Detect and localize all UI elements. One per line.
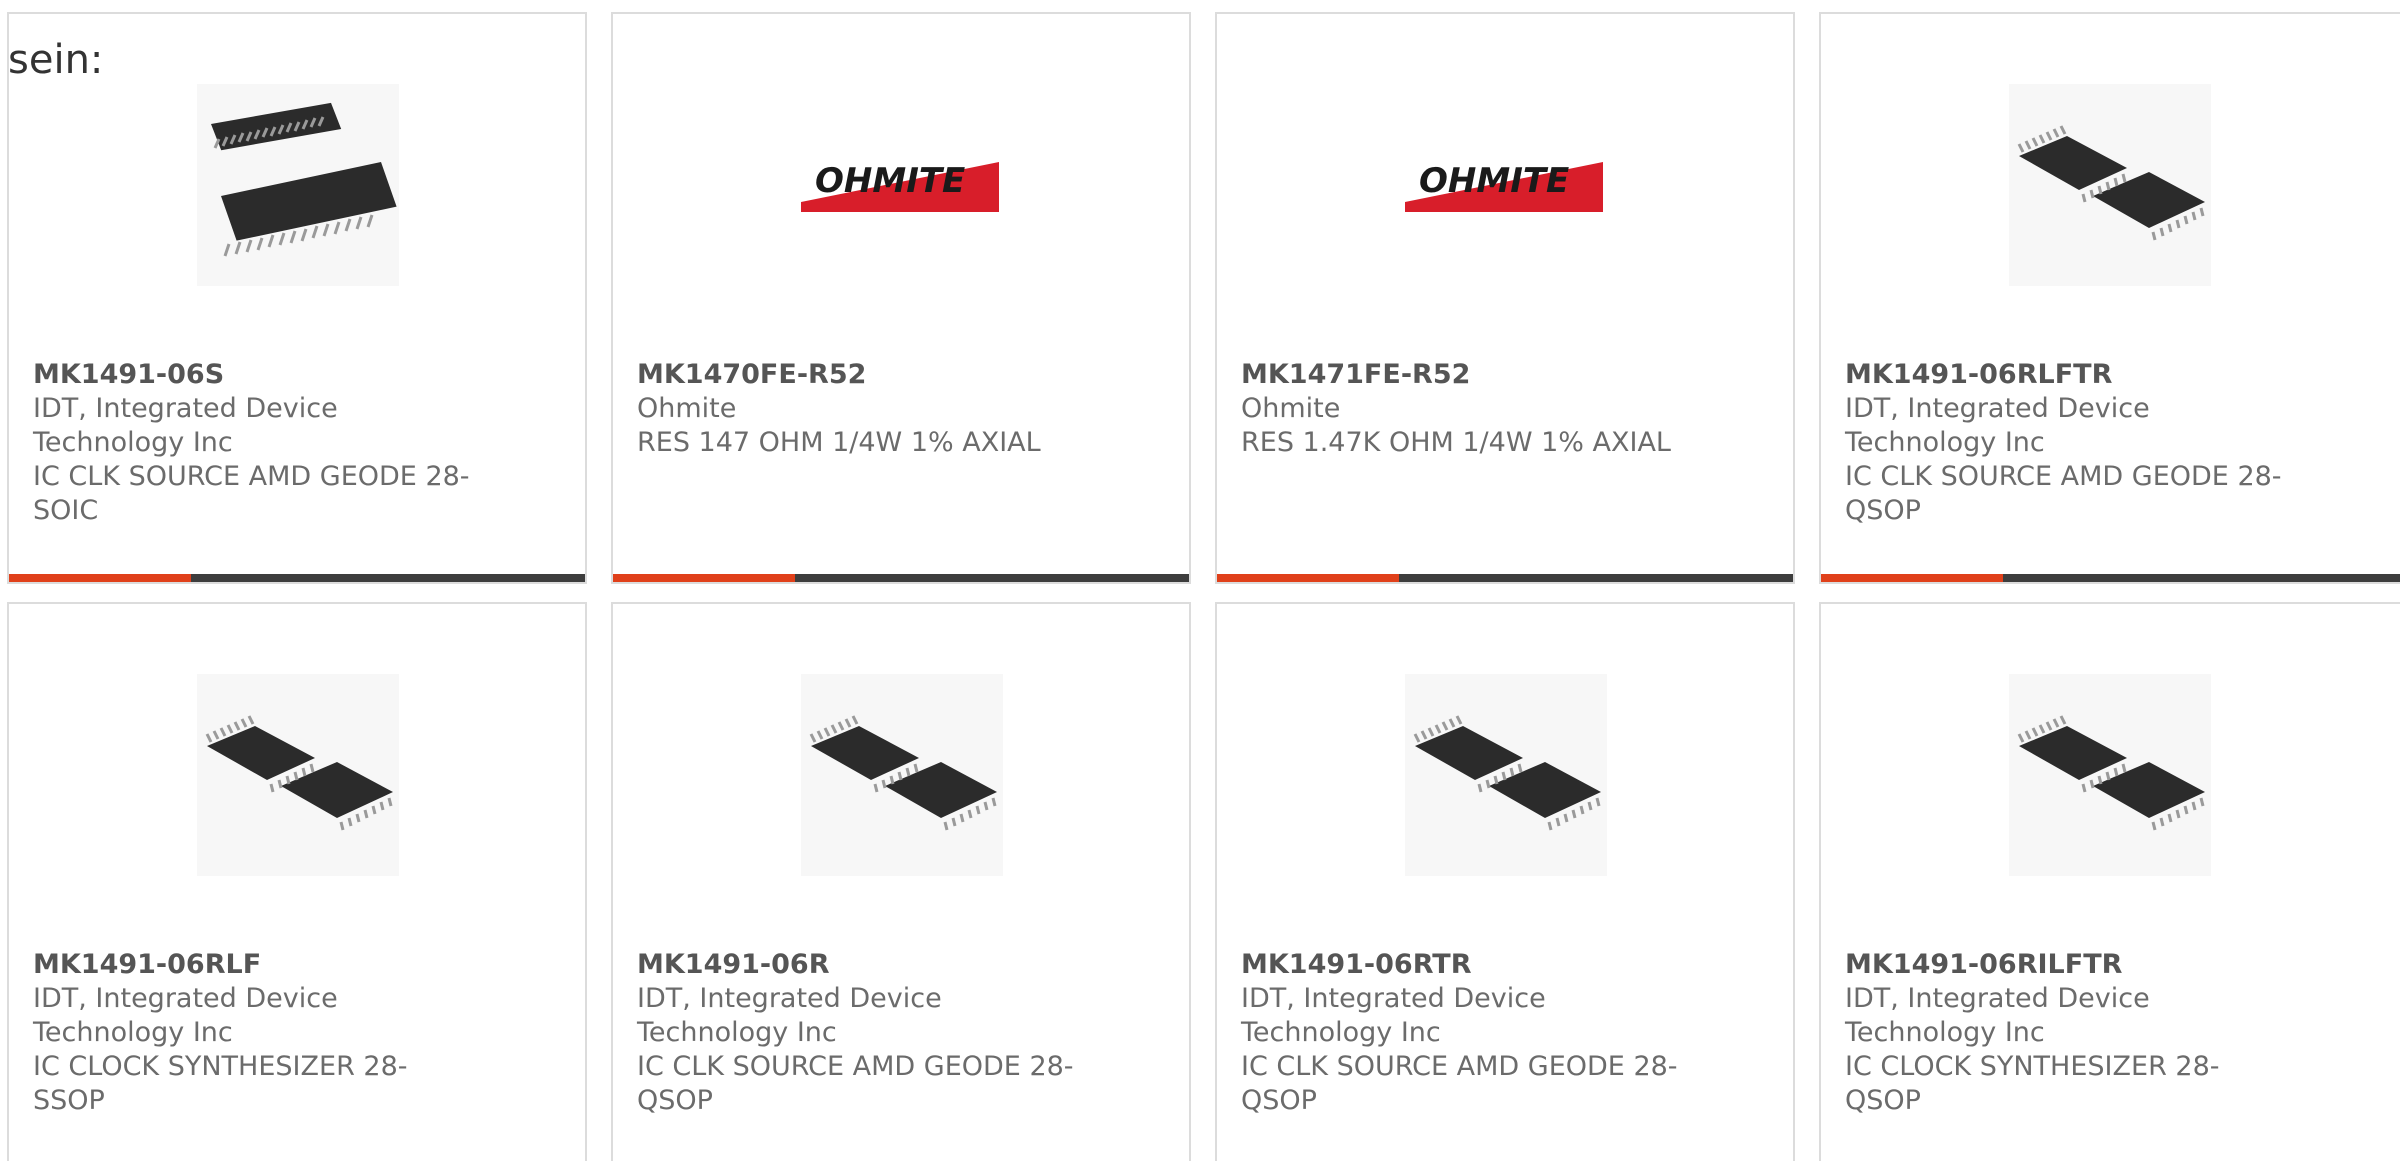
description: IC CLK SOURCE AMD GEODE 28-: [1845, 461, 2282, 492]
manufacturer: IDT, Integrated Device: [33, 983, 338, 1014]
soic-chip-icon: [197, 84, 399, 286]
accent-bar: [613, 574, 1189, 582]
manufacturer: Technology Inc: [1845, 427, 2045, 458]
product-info: MK1491-06R IDT, Integrated Device Techno…: [637, 948, 1077, 1118]
manufacturer: Technology Inc: [637, 1017, 837, 1048]
accent-bar: [9, 574, 585, 582]
accent-bar: [1821, 574, 2400, 582]
manufacturer: IDT, Integrated Device: [637, 983, 942, 1014]
product-card[interactable]: MK1491-06RLFTR IDT, Integrated Device Te…: [1819, 12, 2400, 584]
description: IC CLK SOURCE AMD GEODE 28-: [33, 461, 470, 492]
qsop-chip-icon: [197, 674, 399, 876]
product-card[interactable]: MK1491-06RTR IDT, Integrated Device Tech…: [1215, 602, 1795, 1161]
qsop-chip-icon: [2009, 674, 2211, 876]
manufacturer: Technology Inc: [33, 1017, 233, 1048]
part-number-link[interactable]: MK1471FE-R52: [1241, 358, 1681, 392]
product-image[interactable]: OHMITE: [1405, 84, 1607, 286]
description: QSOP: [1845, 495, 1921, 526]
product-card[interactable]: MK1491-06R IDT, Integrated Device Techno…: [611, 602, 1191, 1161]
accent-bar: [1217, 574, 1793, 582]
part-number-link[interactable]: MK1491-06R: [637, 948, 1077, 982]
product-image[interactable]: [1405, 674, 1607, 876]
qsop-chip-icon: [801, 674, 1003, 876]
product-image[interactable]: [197, 674, 399, 876]
part-number-link[interactable]: MK1491-06RTR: [1241, 948, 1681, 982]
product-info: MK1471FE-R52 Ohmite RES 1.47K OHM 1/4W 1…: [1241, 358, 1681, 460]
description: IC CLOCK SYNTHESIZER 28-SSOP: [33, 1051, 408, 1116]
part-number-link[interactable]: MK1491-06S: [33, 358, 473, 392]
svg-text:OHMITE: OHMITE: [1419, 161, 1569, 201]
description: QSOP: [637, 1085, 713, 1116]
description: QSOP: [1241, 1085, 1317, 1116]
manufacturer: Technology Inc: [1845, 1017, 2045, 1048]
manufacturer: IDT, Integrated Device: [1241, 983, 1546, 1014]
part-number-link[interactable]: MK1491-06RLF: [33, 948, 473, 982]
description: IC CLK SOURCE AMD GEODE 28-: [1241, 1051, 1678, 1082]
product-image[interactable]: [197, 84, 399, 286]
part-number-link[interactable]: MK1470FE-R52: [637, 358, 1077, 392]
part-number-link[interactable]: MK1491-06RLFTR: [1845, 358, 2285, 392]
description: RES 147 OHM 1/4W 1% AXIAL: [637, 427, 1041, 458]
product-card[interactable]: MK1491-06RLF IDT, Integrated Device Tech…: [7, 602, 587, 1161]
qsop-chip-icon: [2009, 84, 2211, 286]
manufacturer: Ohmite: [1241, 393, 1341, 424]
product-info: MK1491-06RLF IDT, Integrated Device Tech…: [33, 948, 473, 1118]
manufacturer: Ohmite: [637, 393, 737, 424]
manufacturer: IDT, Integrated Device: [1845, 983, 2150, 1014]
description: SOIC: [33, 495, 99, 526]
description: IC CLK SOURCE AMD GEODE 28-: [637, 1051, 1074, 1082]
manufacturer: IDT, Integrated Device: [33, 393, 338, 424]
product-card[interactable]: OHMITE MK1471FE-R52 Ohmite RES 1.47K OHM…: [1215, 12, 1795, 584]
product-info: MK1491-06S IDT, Integrated Device Techno…: [33, 358, 473, 528]
product-grid: MK1491-06S IDT, Integrated Device Techno…: [7, 12, 2400, 1161]
qsop-chip-icon: [1405, 674, 1607, 876]
product-image[interactable]: [2009, 674, 2211, 876]
section-heading: sein:: [8, 37, 104, 83]
product-card[interactable]: MK1491-06RILFTR IDT, Integrated Device T…: [1819, 602, 2400, 1161]
product-info: MK1491-06RLFTR IDT, Integrated Device Te…: [1845, 358, 2285, 528]
product-info: MK1470FE-R52 Ohmite RES 147 OHM 1/4W 1% …: [637, 358, 1077, 460]
product-info: MK1491-06RTR IDT, Integrated Device Tech…: [1241, 948, 1681, 1118]
svg-text:OHMITE: OHMITE: [815, 161, 965, 201]
product-card[interactable]: OHMITE MK1470FE-R52 Ohmite RES 147 OHM 1…: [611, 12, 1191, 584]
product-image[interactable]: [2009, 84, 2211, 286]
ohmite-logo-icon: OHMITE: [1405, 161, 1603, 212]
description: RES 1.47K OHM 1/4W 1% AXIAL: [1241, 427, 1671, 458]
manufacturer: IDT, Integrated Device: [1845, 393, 2150, 424]
product-image[interactable]: OHMITE: [801, 84, 1003, 286]
manufacturer: Technology Inc: [33, 427, 233, 458]
description: QSOP: [1845, 1085, 1921, 1116]
part-number-link[interactable]: MK1491-06RILFTR: [1845, 948, 2285, 982]
description: IC CLOCK SYNTHESIZER 28-: [1845, 1051, 2220, 1082]
ohmite-logo-icon: OHMITE: [801, 161, 999, 212]
product-card[interactable]: MK1491-06S IDT, Integrated Device Techno…: [7, 12, 587, 584]
product-info: MK1491-06RILFTR IDT, Integrated Device T…: [1845, 948, 2285, 1118]
manufacturer: Technology Inc: [1241, 1017, 1441, 1048]
product-image[interactable]: [801, 674, 1003, 876]
